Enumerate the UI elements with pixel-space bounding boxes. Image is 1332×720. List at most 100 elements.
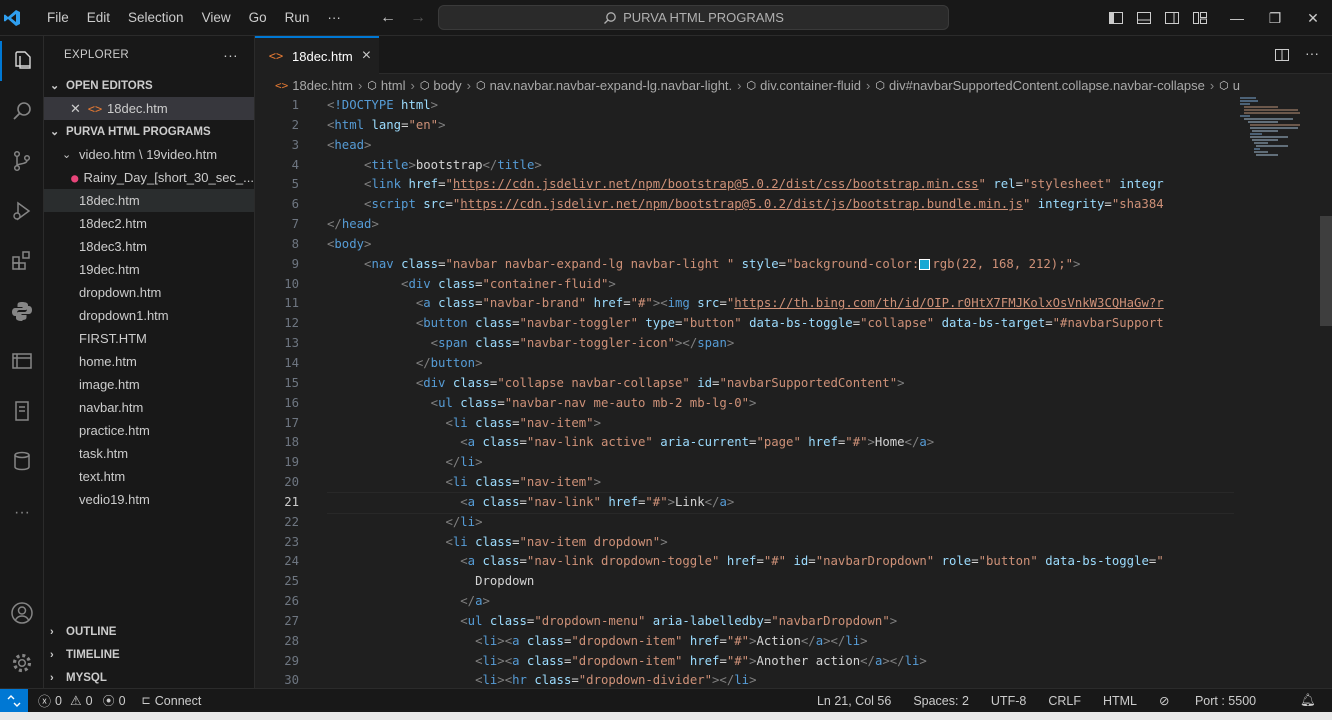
file-item[interactable]: text.htm [44,465,254,488]
database-activity[interactable] [0,441,44,481]
customize-layout-icon[interactable] [1192,10,1208,26]
minimap[interactable] [1238,96,1318,176]
split-editor-icon[interactable] [1274,47,1290,63]
menu-edit[interactable]: Edit [78,0,119,36]
indentation[interactable]: Spaces: 2 [913,694,969,708]
encoding[interactable]: UTF-8 [991,694,1026,708]
html-file-icon: <> [268,49,284,63]
file-label: 18dec2.htm [79,216,147,231]
search-activity[interactable] [0,91,44,131]
warning-icon: ⚠ [69,692,82,708]
file-item[interactable]: image.htm [44,373,254,396]
restore-icon[interactable]: ❐ [1256,10,1294,27]
video-file-item[interactable]: ● Rainy_Day_[short_30_sec_... [44,166,254,189]
file-item[interactable]: FIRST.HTM [44,327,254,350]
forward-arrow-icon[interactable]: → [410,9,426,27]
remote-indicator-icon[interactable] [0,689,28,712]
line-number: 11 [284,296,299,311]
file-item[interactable]: 18dec2.htm [44,212,254,235]
back-arrow-icon[interactable]: ← [380,9,396,27]
cursor-position[interactable]: Ln 21, Col 56 [817,694,891,708]
open-editor-label: 18dec.htm [107,101,168,116]
tab-18dec[interactable]: <> 18dec.htm × [255,36,379,74]
breadcrumb-item[interactable]: body [433,78,461,93]
line-number: 21 [284,494,299,509]
toggle-primary-sidebar-icon[interactable] [1108,10,1124,26]
breadcrumb-item[interactable]: div.container-fluid [760,78,861,93]
menu-go[interactable]: Go [240,0,276,36]
minimize-icon[interactable]: — [1218,10,1256,26]
close-icon[interactable]: ✕ [70,101,86,117]
line-number: 5 [291,177,299,192]
code-line: <a class="nav-link dropdown-toggle" href… [460,554,1164,569]
close-window-icon[interactable]: ✕ [1294,10,1332,27]
element-icon: ⬡ [367,78,377,92]
workspace-section[interactable]: ⌄ PURVA HTML PROGRAMS [44,120,254,143]
source-control-activity[interactable] [0,141,44,181]
notebook-activity[interactable] [0,391,44,431]
menu-file[interactable]: File [38,0,78,36]
account-activity[interactable] [0,593,44,633]
code-line: <li><hr class="dropdown-divider"></li> [475,673,757,688]
settings-gear-icon [12,653,32,673]
extensions-activity[interactable] [0,241,44,281]
code-text-area[interactable]: <!DOCTYPE html> <html lang="en"> <head> … [327,96,1234,688]
timeline-section[interactable]: › TIMELINE [44,643,254,666]
breadcrumb-item[interactable]: 18dec.htm [292,78,353,93]
manage-activity[interactable] [0,643,44,683]
breadcrumb-item[interactable]: div#navbarSupportedContent.collapse.navb… [889,78,1205,93]
menu-more[interactable]: ··· [318,0,350,36]
close-icon[interactable]: × [362,47,371,65]
open-editor-item[interactable]: ✕ <> 18dec.htm [44,97,254,120]
file-item[interactable]: 18dec3.htm [44,235,254,258]
color-swatch[interactable] [919,258,931,270]
file-item[interactable]: vedio19.htm [44,488,254,511]
folder-item[interactable]: ⌄ video.htm \ 19video.htm [44,143,254,166]
toggle-secondary-sidebar-icon[interactable] [1164,10,1180,26]
file-item[interactable]: 18dec.htm [44,189,254,212]
breadcrumb-item[interactable]: nav.navbar.navbar-expand-lg.navbar-light… [490,78,733,93]
language-mode[interactable]: HTML [1103,694,1137,708]
file-item[interactable]: 19dec.htm [44,258,254,281]
end-of-line[interactable]: CRLF [1048,694,1081,708]
file-item[interactable]: dropdown.htm [44,281,254,304]
open-editors-section[interactable]: ⌄ OPEN EDITORS [44,74,254,97]
python-activity[interactable] [0,291,44,331]
live-server-port[interactable]: ⊘ Port : 5500 [1159,693,1278,708]
more-icon[interactable]: ··· [0,493,44,533]
connect-button[interactable]: ⊏ Connect [142,694,202,708]
file-item[interactable]: practice.htm [44,419,254,442]
breadcrumb-item[interactable]: html [381,78,406,93]
problems-indicator[interactable]: ⓧ 0 ⚠ 0 [38,691,93,710]
line-number: 15 [284,375,299,390]
command-center-search[interactable]: PURVA HTML PROGRAMS [438,5,949,30]
outline-section[interactable]: › OUTLINE [44,620,254,643]
scrollbar-thumb[interactable] [1320,216,1332,326]
menu-run[interactable]: Run [276,0,319,36]
file-item[interactable]: dropdown1.htm [44,304,254,327]
editor-more-actions[interactable]: ··· [1305,45,1319,61]
vertical-scrollbar[interactable] [1320,96,1332,688]
code-line: <li class="nav-item"> [445,475,601,490]
menu-view[interactable]: View [193,0,240,36]
remote-explorer-activity[interactable] [0,341,44,381]
explorer-more-actions[interactable]: ··· [223,47,238,63]
outline-label: OUTLINE [66,625,117,638]
code-editor[interactable]: 1 2 3 4 5 6 7 8 9 10 11 12 13 14 15 16 17 18 19 20 21 22 23 24 2… [255,96,1332,688]
notifications-bell-icon[interactable]: 🔔︎ [1300,693,1316,708]
ports-indicator[interactable]: ⦿ 0 [103,692,126,709]
line-number: 19 [284,455,299,470]
run-debug-activity[interactable] [0,191,44,231]
explorer-sidebar: EXPLORER ··· ⌄ OPEN EDITORS ✕ <> 18dec.h… [44,36,255,688]
breadcrumb-item[interactable]: u [1233,78,1240,93]
menu-selection[interactable]: Selection [119,0,193,36]
toggle-panel-icon[interactable] [1136,10,1152,26]
chevron-right-icon: › [357,77,363,93]
file-item[interactable]: navbar.htm [44,396,254,419]
line-number: 23 [284,534,299,549]
mysql-section[interactable]: › MYSQL [44,666,254,688]
file-item[interactable]: home.htm [44,350,254,373]
file-label: dropdown.htm [79,285,162,300]
file-item[interactable]: task.htm [44,442,254,465]
explorer-activity[interactable] [0,41,44,81]
